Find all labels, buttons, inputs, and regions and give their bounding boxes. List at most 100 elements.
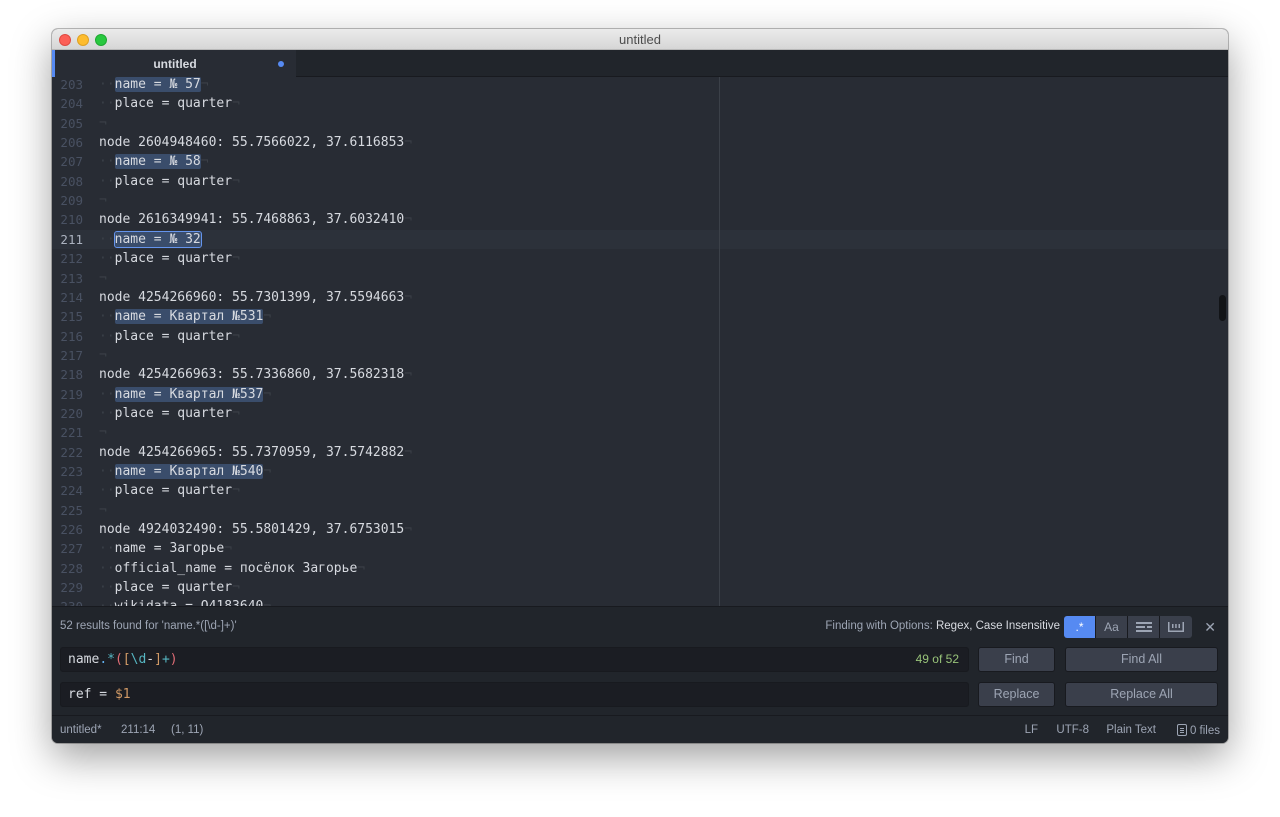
status-selection-count[interactable]: (1, 11): [171, 724, 203, 736]
line-number: 205: [60, 115, 83, 131]
line-number: 227: [60, 541, 83, 557]
text-editor[interactable]: 203 ··name = № 57¬ 204 ··place = quarter¬ 20…: [52, 77, 1228, 606]
editor-line[interactable]: 226 node 4924032490: 55.5801429, 37.67530…: [52, 520, 1228, 539]
editor-line[interactable]: 216 ··place = quarter¬: [52, 327, 1228, 346]
in-selection-toggle-button[interactable]: [1128, 616, 1160, 638]
line-number: 210: [60, 212, 83, 228]
editor-line[interactable]: 220 ··place = quarter¬: [52, 404, 1228, 423]
status-files[interactable]: 0 files: [1176, 724, 1220, 737]
code-token: place = quarter: [114, 173, 233, 189]
status-encoding[interactable]: UTF-8: [1056, 724, 1089, 736]
editor-line[interactable]: 207 ··name = № 58¬: [52, 152, 1228, 171]
editor-line[interactable]: 208 ··place = quarter¬: [52, 172, 1228, 191]
invisible-char: ··: [99, 483, 115, 499]
query-token: \d: [130, 652, 147, 667]
code-token: node 4924032490: 55.5801429, 37.6753015: [99, 522, 405, 538]
status-grammar[interactable]: Plain Text: [1106, 724, 1156, 736]
editor-line[interactable]: 209 ¬: [52, 191, 1228, 210]
editor-line[interactable]: 204 ··place = quarter¬: [52, 94, 1228, 113]
editor-line[interactable]: 211 ··name = № 32: [52, 229, 1228, 249]
invisible-char: ¬: [232, 173, 240, 189]
query-token: -: [146, 652, 155, 667]
editor-line[interactable]: 214 node 4254266960: 55.7301399, 37.55946…: [52, 288, 1228, 307]
regex-toggle-button[interactable]: .*: [1064, 616, 1096, 638]
editor-line[interactable]: 217 ¬: [52, 346, 1228, 365]
line-number: 215: [60, 309, 83, 325]
invisible-char: ··: [99, 560, 115, 576]
editor-line[interactable]: 227 ··name = Загорье¬: [52, 539, 1228, 558]
invisible-char: ¬: [99, 425, 107, 441]
search-match: name = № 32: [113, 230, 202, 248]
invisible-char: ¬: [99, 502, 107, 518]
find-button[interactable]: Find: [978, 647, 1055, 672]
case-sensitive-toggle-button[interactable]: Aa: [1096, 616, 1128, 638]
editor-line[interactable]: 230 ··wikidata = Q4183640¬: [52, 597, 1228, 606]
editor-line[interactable]: 224 ··place = quarter¬: [52, 481, 1228, 500]
query-token: .: [99, 652, 108, 667]
editor-line[interactable]: 213 ¬: [52, 269, 1228, 288]
invisible-char: ··: [99, 386, 115, 402]
invisible-char: ¬: [404, 289, 413, 305]
code-token: place = quarter: [114, 405, 233, 421]
replace-input[interactable]: ref = $1: [60, 682, 969, 707]
find-input[interactable]: name.*([\d-]+) 49 of 52: [60, 647, 969, 672]
modified-indicator-icon: [278, 61, 284, 67]
status-cursor-position[interactable]: 211:14: [121, 724, 155, 736]
editor-line[interactable]: 203 ··name = № 57¬: [52, 77, 1228, 94]
editor-line[interactable]: 212 ··place = quarter¬: [52, 249, 1228, 268]
line-text: ¬: [99, 423, 107, 442]
line-text: ¬: [99, 269, 107, 288]
editor-line[interactable]: 229 ··place = quarter¬: [52, 578, 1228, 597]
editor-line[interactable]: 210 node 2616349941: 55.7468863, 37.60324…: [52, 210, 1228, 229]
status-file-name[interactable]: untitled*: [60, 724, 102, 736]
editor-line[interactable]: 225 ¬: [52, 501, 1228, 520]
editor-line[interactable]: 221 ¬: [52, 423, 1228, 442]
editor-line[interactable]: 223 ··name = Квартал №540¬: [52, 462, 1228, 481]
line-number: 223: [60, 464, 83, 479]
line-number: 224: [60, 483, 83, 499]
invisible-char: ¬: [99, 115, 107, 131]
tab-untitled[interactable]: untitled: [52, 50, 296, 77]
scrollbar-thumb[interactable]: [1219, 295, 1226, 321]
line-text: ··name = Квартал №537¬: [99, 385, 271, 404]
options-value: Regex, Case Insensitive: [935, 620, 1060, 632]
close-find-panel-icon[interactable]: ✕: [1204, 619, 1216, 636]
line-number: 226: [60, 522, 83, 538]
line-number: 214: [60, 289, 83, 305]
status-line-ending[interactable]: LF: [1025, 724, 1038, 736]
replace-button[interactable]: Replace: [978, 682, 1055, 707]
line-number: 228: [60, 560, 83, 576]
title-bar: untitled: [52, 29, 1228, 50]
editor-line[interactable]: 215 ··name = Квартал №531¬: [52, 307, 1228, 326]
line-number: 217: [60, 347, 83, 363]
line-text: ¬: [99, 501, 107, 520]
line-number: 229: [60, 580, 83, 596]
invisible-char: ¬: [99, 193, 107, 209]
find-all-button[interactable]: Find All: [1065, 647, 1218, 672]
search-match: name = № 58: [114, 154, 201, 170]
line-text: ··name = № 57¬: [99, 77, 209, 94]
replace-all-button[interactable]: Replace All: [1065, 682, 1218, 707]
whole-word-toggle-button[interactable]: [1160, 616, 1192, 638]
editor-line[interactable]: 218 node 4254266963: 55.7336860, 37.56823…: [52, 365, 1228, 384]
code-token: node 2604948460: 55.7566022, 37.6116853: [99, 135, 405, 151]
code-token: node 4254266960: 55.7301399, 37.5594663: [99, 289, 405, 305]
editor-line[interactable]: 206 node 2604948460: 55.7566022, 37.61168…: [52, 133, 1228, 152]
editor-line[interactable]: 219 ··name = Квартал №537¬: [52, 385, 1228, 404]
invisible-char: ··: [99, 173, 115, 189]
query-token: ): [169, 652, 178, 667]
search-match: name = Квартал №537: [114, 386, 264, 402]
line-text: ··place = quarter¬: [99, 327, 240, 346]
line-text: ··name = Квартал №540¬: [99, 462, 271, 481]
query-token: (: [114, 652, 123, 667]
invisible-char: ¬: [263, 464, 272, 479]
invisible-char: ··: [99, 251, 115, 267]
code-token: name = Загорье: [114, 541, 225, 557]
tab-bar: untitled: [52, 50, 1228, 77]
invisible-char: ¬: [263, 309, 272, 325]
editor-line[interactable]: 228 ··official_name = посёлок Загорье¬: [52, 559, 1228, 578]
editor-line[interactable]: 205 ¬: [52, 114, 1228, 133]
query-token: ref =: [68, 687, 115, 702]
editor-line[interactable]: 222 node 4254266965: 55.7370959, 37.57428…: [52, 443, 1228, 462]
editor-window: untitled untitled 203 ··name = № 57¬ 204 ··…: [52, 29, 1228, 743]
